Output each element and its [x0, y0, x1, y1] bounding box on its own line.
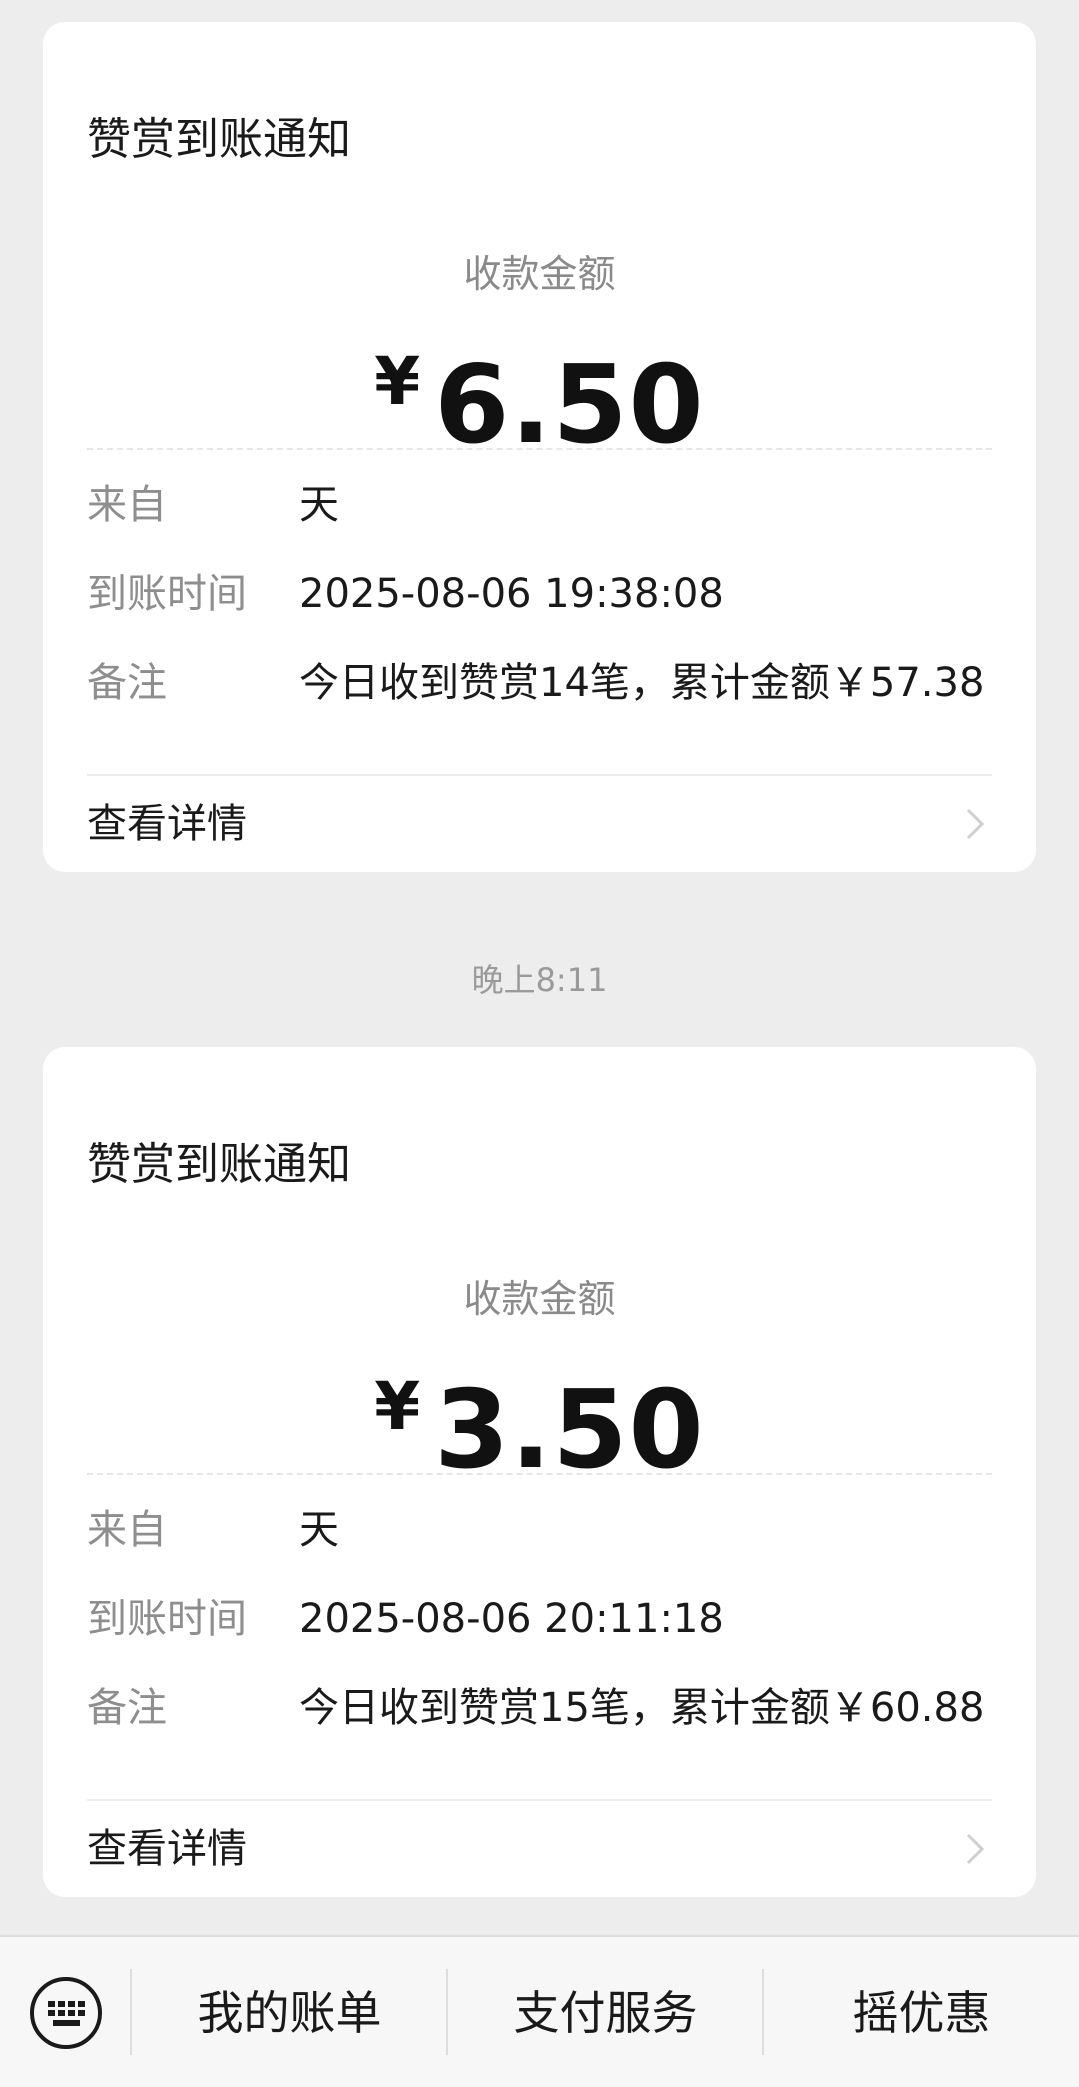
note-row: 备注 今日收到赞赏14笔，累计金额￥57.38 [87, 655, 1007, 711]
card-title: 赞赏到账通知 [87, 1139, 351, 1190]
chevron-right-icon [966, 808, 985, 840]
time-value: 2025-08-06 20:11:18 [299, 1596, 724, 1642]
from-value: 天 [299, 482, 339, 528]
view-details-label: 查看详情 [87, 1826, 247, 1872]
keyboard-icon[interactable] [28, 1975, 104, 2051]
view-details-link[interactable]: 查看详情 [43, 1801, 1036, 1897]
reward-notification-card[interactable]: 赞赏到账通知 收款金额 ¥3.50 来自 天 到账时间 2025-08-06 2… [43, 1047, 1036, 1897]
bottom-menu-bar: 我的账单 支付服务 摇优惠 [0, 1935, 1079, 2087]
from-value: 天 [299, 1507, 339, 1553]
menu-shake-deals[interactable]: 摇优惠 [764, 1975, 1079, 2051]
message-timestamp: 晚上8:11 [471, 961, 608, 999]
amount-display: ¥3.50 [43, 1347, 1036, 1522]
reward-notification-card[interactable]: 赞赏到账通知 收款金额 ¥6.50 来自 天 到账时间 2025-08-06 1… [43, 22, 1036, 872]
note-value: 今日收到赞赏15笔，累计金额￥60.88 [299, 1685, 985, 1731]
dashed-divider [87, 1473, 992, 1475]
view-details-link[interactable]: 查看详情 [43, 776, 1036, 872]
note-row: 备注 今日收到赞赏15笔，累计金额￥60.88 [87, 1680, 1007, 1736]
amount-display: ¥6.50 [43, 322, 1036, 497]
note-label: 备注 [87, 1685, 167, 1731]
note-value: 今日收到赞赏14笔，累计金额￥57.38 [299, 660, 985, 706]
time-row: 到账时间 2025-08-06 20:11:18 [87, 1591, 1007, 1647]
currency-symbol: ¥ [374, 343, 421, 420]
chevron-right-icon [966, 1833, 985, 1865]
time-label: 到账时间 [87, 571, 247, 617]
from-label: 来自 [87, 1507, 167, 1553]
from-label: 来自 [87, 482, 167, 528]
amount-label: 收款金额 [463, 1277, 616, 1321]
from-row: 来自 天 [87, 477, 1007, 533]
from-row: 来自 天 [87, 1502, 1007, 1558]
card-title: 赞赏到账通知 [87, 114, 351, 165]
chat-screen: 赞赏到账通知 收款金额 ¥6.50 来自 天 到账时间 2025-08-06 1… [0, 0, 1079, 2087]
note-label: 备注 [87, 660, 167, 706]
time-row: 到账时间 2025-08-06 19:38:08 [87, 566, 1007, 622]
view-details-label: 查看详情 [87, 801, 247, 847]
time-label: 到账时间 [87, 1596, 247, 1642]
amount-label: 收款金额 [463, 252, 616, 296]
currency-symbol: ¥ [374, 1368, 421, 1445]
menu-payment-services[interactable]: 支付服务 [448, 1975, 763, 2051]
time-value: 2025-08-06 19:38:08 [299, 571, 724, 617]
menu-my-bills[interactable]: 我的账单 [132, 1975, 447, 2051]
dashed-divider [87, 448, 992, 450]
